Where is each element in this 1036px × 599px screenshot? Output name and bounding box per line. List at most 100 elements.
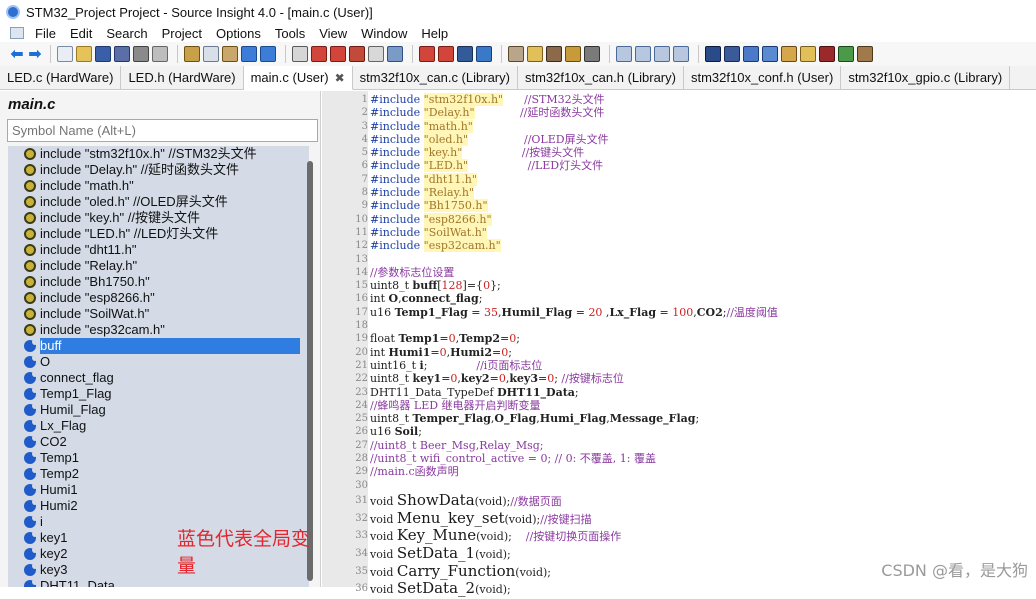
layout-2-icon[interactable] bbox=[635, 46, 651, 62]
print-icon[interactable] bbox=[152, 46, 168, 62]
code-line[interactable]: 26 u16 Soil; bbox=[322, 425, 1036, 438]
panel-p-icon[interactable] bbox=[705, 46, 721, 62]
menu-edit[interactable]: Edit bbox=[63, 26, 99, 41]
symbol-list-item[interactable]: include "LED.h" //LED灯头文件 bbox=[8, 226, 309, 242]
symbol-list-item[interactable]: include "SoilWat.h" bbox=[8, 306, 309, 322]
symbol-list-item[interactable]: include "esp32cam.h" bbox=[8, 322, 309, 338]
panel-g-icon[interactable] bbox=[857, 46, 873, 62]
menu-options[interactable]: Options bbox=[209, 26, 268, 41]
new-file-icon[interactable] bbox=[57, 46, 73, 62]
code-editor[interactable]: 1 #include "stm32f10x.h" //STM32头文件 2 #incl… bbox=[322, 91, 1036, 597]
home-icon[interactable] bbox=[565, 46, 581, 62]
symbol-list-item[interactable]: Humi2 bbox=[8, 498, 309, 514]
panel-s-icon[interactable] bbox=[762, 46, 778, 62]
copy-icon[interactable] bbox=[203, 46, 219, 62]
close-file-icon[interactable] bbox=[133, 46, 149, 62]
code-line[interactable]: 21 uint16_t i; //i页面标志位 bbox=[322, 359, 1036, 372]
code-line[interactable]: 27//uint8_t Beer_Msg,Relay_Msg; bbox=[322, 439, 1036, 452]
symbol-list-item[interactable]: Lx_Flag bbox=[8, 418, 309, 434]
panel-a-icon[interactable] bbox=[800, 46, 816, 62]
code-line[interactable]: 33 void Key_Mune(void); //按键切换页面操作 bbox=[322, 526, 1036, 545]
symbol-list-item[interactable]: DHT11_Data bbox=[8, 578, 309, 587]
tab-stm32f10x-can-h[interactable]: stm32f10x_can.h (Library) bbox=[518, 66, 684, 90]
window-menu-icon[interactable] bbox=[10, 27, 24, 39]
menu-tools[interactable]: Tools bbox=[268, 26, 312, 41]
code-line[interactable]: 29//main.c函数声明 bbox=[322, 465, 1036, 478]
back-arrow-icon[interactable]: ⬅ bbox=[8, 46, 26, 62]
layout-4-icon[interactable] bbox=[673, 46, 689, 62]
replace-icon[interactable] bbox=[368, 46, 384, 62]
symbol-list-scrollbar[interactable] bbox=[307, 161, 313, 581]
undo-icon[interactable] bbox=[241, 46, 257, 62]
code-line[interactable]: 30 bbox=[322, 479, 1036, 492]
layout-3-icon[interactable] bbox=[654, 46, 670, 62]
tab-led-c[interactable]: LED.c (HardWare) bbox=[0, 66, 122, 90]
menu-window[interactable]: Window bbox=[354, 26, 414, 41]
code-line[interactable]: 14//参数标志位设置 bbox=[322, 266, 1036, 279]
code-line[interactable]: 15 uint8_t buff[128]={0}; bbox=[322, 279, 1036, 292]
bookmark-icon[interactable] bbox=[330, 46, 346, 62]
symbol-list-item[interactable]: include "math.h" bbox=[8, 178, 309, 194]
symbol-list-item[interactable]: include "stm32f10x.h" //STM32头文件 bbox=[8, 146, 309, 162]
symbol-list-item[interactable]: buff bbox=[8, 338, 309, 354]
code-line[interactable]: 12 #include "esp32cam.h" bbox=[322, 239, 1036, 253]
forward-arrow-icon[interactable]: ➡ bbox=[26, 46, 44, 62]
close-tab-icon[interactable]: ✖ bbox=[335, 71, 345, 85]
code-line[interactable]: 7 #include "dht11.h" bbox=[322, 172, 1036, 186]
symbol-list-item[interactable]: Temp2 bbox=[8, 466, 309, 482]
symbol-list-item[interactable]: CO2 bbox=[8, 434, 309, 450]
code-line[interactable]: 2 #include "Delay.h" //延时函数头文件 bbox=[322, 106, 1036, 120]
jump-icon[interactable] bbox=[311, 46, 327, 62]
code-line[interactable]: 18 bbox=[322, 319, 1036, 332]
symbol-list-item[interactable]: include "key.h" //按键头文件 bbox=[8, 210, 309, 226]
menu-file[interactable]: File bbox=[28, 26, 63, 41]
symbol-list-item[interactable]: O bbox=[8, 354, 309, 370]
save-icon[interactable] bbox=[95, 46, 111, 62]
menu-project[interactable]: Project bbox=[155, 26, 209, 41]
code-line[interactable]: 3 #include "math.h" bbox=[322, 119, 1036, 133]
menu-search[interactable]: Search bbox=[99, 26, 154, 41]
prev-bookmark-icon[interactable] bbox=[419, 46, 435, 62]
code-line[interactable]: 24//蜂鸣器 LED 继电器开启判断变量 bbox=[322, 399, 1036, 412]
code-line[interactable]: 36 void SetData_2(void); bbox=[322, 579, 1036, 598]
panel-f-icon[interactable] bbox=[838, 46, 854, 62]
panel-r-icon[interactable] bbox=[724, 46, 740, 62]
code-line[interactable]: 9 #include "Bh1750.h" bbox=[322, 199, 1036, 213]
symbol-list-item[interactable]: include "Delay.h" //延时函数头文件 bbox=[8, 162, 309, 178]
symbol-search-input[interactable] bbox=[7, 119, 318, 142]
code-line[interactable]: 20 int Humi1=0,Humi2=0; bbox=[322, 346, 1036, 359]
next-bookmark-icon[interactable] bbox=[438, 46, 454, 62]
cut-icon[interactable] bbox=[184, 46, 200, 62]
code-line[interactable]: 28//uint8_t wifi_control_active = 0; // … bbox=[322, 452, 1036, 465]
save-all-icon[interactable] bbox=[114, 46, 130, 62]
tab-main-c[interactable]: main.c (User) ✖ bbox=[243, 66, 353, 90]
panel-l-icon[interactable] bbox=[743, 46, 759, 62]
code-line[interactable]: 10 #include "esp8266.h" bbox=[322, 212, 1036, 226]
tab-stm32f10x-gpio-c[interactable]: stm32f10x_gpio.c (Library) bbox=[841, 66, 1011, 90]
browse-icon[interactable] bbox=[292, 46, 308, 62]
symbol-list-item[interactable]: Humil_Flag bbox=[8, 402, 309, 418]
code-line[interactable]: 4 #include "oled.h" //OLED屏头文件 bbox=[322, 132, 1036, 146]
code-line[interactable]: 16 int O,connect_flag; bbox=[322, 292, 1036, 305]
redo-icon[interactable] bbox=[260, 46, 276, 62]
code-line[interactable]: 31 void ShowData(void);//数据页面 bbox=[322, 491, 1036, 510]
symbol-list-item[interactable]: connect_flag bbox=[8, 370, 309, 386]
symbol-window-icon[interactable] bbox=[457, 46, 473, 62]
symbol-list-item[interactable]: include "Bh1750.h" bbox=[8, 274, 309, 290]
symbol-list-item[interactable]: Temp1_Flag bbox=[8, 386, 309, 402]
layout-1-icon[interactable] bbox=[616, 46, 632, 62]
code-line[interactable]: 13 bbox=[322, 253, 1036, 266]
code-line[interactable]: 22 uint8_t key1=0,key2=0,key3=0; //按键标志位 bbox=[322, 372, 1036, 385]
symbol-list-item[interactable]: include "esp8266.h" bbox=[8, 290, 309, 306]
code-line[interactable]: 25 uint8_t Temper_Flag,O_Flag,Humi_Flag,M… bbox=[322, 412, 1036, 425]
tool-icon[interactable] bbox=[584, 46, 600, 62]
sync-icon[interactable] bbox=[527, 46, 543, 62]
tab-stm32f10x-conf-h[interactable]: stm32f10x_conf.h (User) bbox=[684, 66, 842, 90]
code-line[interactable]: 23 DHT11_Data_TypeDef DHT11_Data; bbox=[322, 386, 1036, 399]
paste-icon[interactable] bbox=[222, 46, 238, 62]
code-line[interactable]: 8 #include "Relay.h" bbox=[322, 186, 1036, 200]
code-line[interactable]: 1 #include "stm32f10x.h" //STM32头文件 bbox=[322, 93, 1036, 106]
context-icon[interactable] bbox=[546, 46, 562, 62]
tab-stm32f10x-can-c[interactable]: stm32f10x_can.c (Library) bbox=[353, 66, 518, 90]
code-line[interactable]: 17 u16 Temp1_Flag = 35,Humil_Flag = 20 ,L… bbox=[322, 306, 1036, 319]
